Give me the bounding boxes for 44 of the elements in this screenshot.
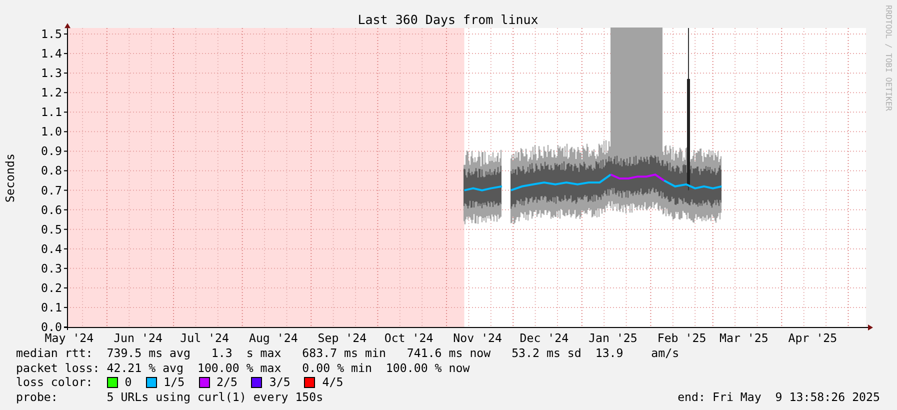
credit-text: RRDTOOL / TOBI OETIKER bbox=[884, 5, 893, 111]
x-tick-label: Oct '24 bbox=[384, 331, 434, 345]
legend-text: 5 URLs using curl(1) every 150s bbox=[106, 390, 324, 404]
legend-text: 1/5 bbox=[164, 375, 185, 390]
y-tick-label: 1.5 bbox=[41, 27, 62, 41]
legend-text: 4/5 bbox=[322, 375, 344, 390]
y-tick-label: 0.4 bbox=[41, 242, 62, 256]
x-tick-label: Feb '25 bbox=[657, 331, 706, 345]
x-tick-label: Aug '24 bbox=[248, 331, 298, 345]
y-tick-label: 0.1 bbox=[41, 300, 62, 314]
legend-label: probe: bbox=[16, 390, 59, 404]
x-tick-label: Mar '25 bbox=[720, 331, 768, 345]
legend-label: packet loss: bbox=[16, 360, 101, 375]
axis-title: Seconds bbox=[3, 154, 17, 202]
y-tick-label: 0.0 bbox=[41, 320, 62, 334]
y-tick-label: 1.2 bbox=[41, 86, 62, 100]
x-tick-label: Apr '25 bbox=[788, 331, 838, 345]
y-tick-label: 1.3 bbox=[41, 66, 62, 80]
y-tick-label: 0.3 bbox=[41, 261, 62, 276]
x-tick-label: May '24 bbox=[44, 331, 94, 345]
x-tick-label: Jul '24 bbox=[180, 331, 230, 345]
legend-label: loss color: bbox=[16, 375, 94, 390]
x-tick-label: Nov '24 bbox=[453, 331, 502, 345]
y-tick-label: 1.1 bbox=[41, 105, 62, 120]
legend-label: median rtt: bbox=[16, 346, 94, 360]
y-tick-label: 0.6 bbox=[41, 202, 62, 217]
end-time-text: end: Fri May 9 13:58:26 2025 bbox=[678, 390, 880, 404]
x-tick-label: Dec '24 bbox=[520, 331, 569, 345]
y-tick-label: 0.9 bbox=[41, 144, 62, 158]
chart-title: Last 360 Days from linux bbox=[358, 12, 538, 27]
legend-text: 42.21 % avg 100.00 % max 0.00 % min 100.00 % now bbox=[106, 360, 470, 375]
y-tick-label: 0.8 bbox=[41, 164, 62, 178]
x-tick-label: Sep '24 bbox=[318, 331, 367, 345]
y-tick-label: 1.4 bbox=[41, 46, 62, 61]
legend-text: 739.5 ms avg 1.3 s max 683.7 ms min 741.6 ms now 53.2 ms sd 13.9 am/s bbox=[106, 346, 680, 360]
x-tick-label: Jan '25 bbox=[588, 331, 638, 345]
y-tick-label: 1.0 bbox=[41, 124, 62, 139]
legend-text: 0 bbox=[124, 375, 132, 390]
legend-text: 2/5 bbox=[216, 375, 238, 390]
legend-text: 3/5 bbox=[269, 375, 290, 390]
y-tick-label: 0.5 bbox=[41, 222, 62, 236]
x-tick-label: Jun '24 bbox=[114, 331, 162, 345]
y-tick-label: 0.7 bbox=[41, 183, 62, 198]
y-tick-label: 0.2 bbox=[41, 280, 62, 295]
